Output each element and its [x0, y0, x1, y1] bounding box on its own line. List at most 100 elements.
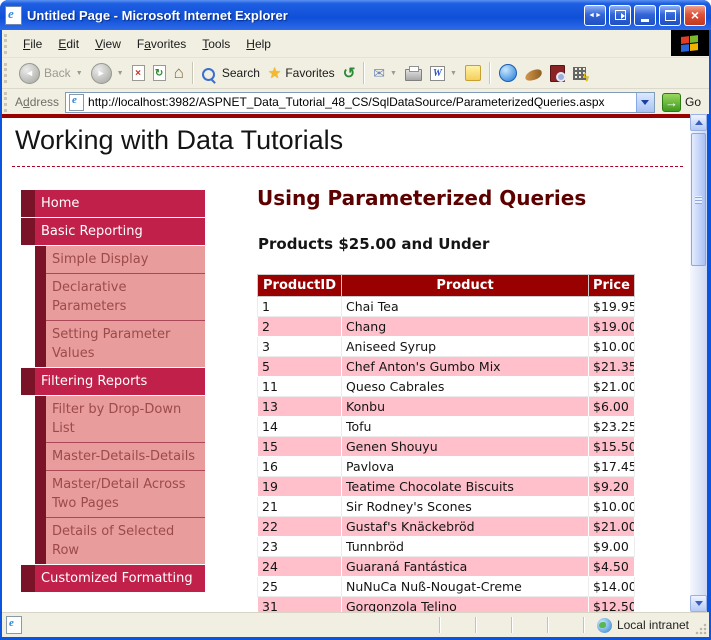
sidebar-item-filtering-reports[interactable]: Filtering Reports: [21, 368, 205, 395]
cell-price: $10.00: [589, 497, 635, 517]
window-title: Untitled Page - Microsoft Internet Explo…: [27, 8, 584, 23]
cell-product: Chang: [342, 317, 589, 337]
main-content: Using Parameterized Queries Products $25…: [257, 186, 641, 612]
column-header: Price: [589, 275, 635, 297]
table-header-row: ProductIDProductPrice: [258, 275, 635, 297]
cell-product: Genen Shouyu: [342, 437, 589, 457]
sidebar-item-details-of-selected-row[interactable]: Details of Selected Row: [35, 518, 205, 564]
cell-product: Pavlova: [342, 457, 589, 477]
nav-accent-block: [35, 246, 46, 274]
refresh-button[interactable]: ↻: [149, 63, 170, 83]
window-popout-button[interactable]: [609, 5, 631, 26]
search-label: Search: [222, 66, 260, 80]
menu-tools[interactable]: Tools: [194, 33, 238, 55]
cell-productid: 13: [258, 397, 342, 417]
browser-window: Untitled Page - Microsoft Internet Explo…: [0, 0, 711, 640]
address-dropdown-button[interactable]: [636, 93, 654, 112]
sidebar-item-filter-by-drop-down-list[interactable]: Filter by Drop-Down List: [35, 396, 205, 443]
menu-help[interactable]: Help: [238, 33, 279, 55]
sidebar-item-master-details-details[interactable]: Master-Details-Details: [35, 443, 205, 471]
print-button[interactable]: [401, 63, 426, 83]
research-button[interactable]: [546, 63, 569, 84]
sidebar-item-customized-formatting[interactable]: Customized Formatting: [21, 565, 205, 592]
nav-accent-block: [21, 190, 35, 217]
table-row: 31Gorgonzola Telino$12.50: [258, 597, 635, 613]
page-title: Using Parameterized Queries: [257, 186, 641, 210]
favorites-button[interactable]: ★ Favorites: [264, 62, 339, 84]
sidebar-item-label: Setting Parameter Values: [46, 321, 205, 367]
forward-button[interactable]: ► ▼: [87, 61, 128, 86]
vertical-scrollbar[interactable]: [690, 114, 707, 612]
cell-product: Gorgonzola Telino: [342, 597, 589, 613]
toolbar-grip[interactable]: [4, 92, 10, 112]
cell-productid: 5: [258, 357, 342, 377]
menu-file[interactable]: File: [15, 33, 50, 55]
back-label: Back: [44, 66, 71, 80]
menu-view[interactable]: View: [87, 33, 129, 55]
scroll-up-button[interactable]: [690, 114, 707, 131]
cell-price: $6.00: [589, 397, 635, 417]
history-icon: ↺: [343, 64, 356, 82]
stop-button[interactable]: ×: [128, 63, 149, 83]
sidebar-item-setting-parameter-values[interactable]: Setting Parameter Values: [35, 321, 205, 367]
cell-productid: 14: [258, 417, 342, 437]
sidebar-item-master-detail-across-two-pages[interactable]: Master/Detail Across Two Pages: [35, 471, 205, 518]
mail-icon: ✉: [373, 65, 385, 82]
edit-with-word-button[interactable]: W ▼: [426, 64, 461, 83]
sidebar-item-declarative-parameters[interactable]: Declarative Parameters: [35, 274, 205, 321]
browser-chrome: FileEditViewFavoritesToolsHelp ◄ Back ▼ …: [2, 30, 709, 114]
nav-accent-block: [21, 218, 35, 245]
cell-price: $12.50: [589, 597, 635, 613]
note-icon: [465, 65, 481, 81]
back-icon: ◄: [19, 63, 40, 84]
cell-productid: 15: [258, 437, 342, 457]
resize-grip[interactable]: [695, 623, 707, 635]
cell-productid: 16: [258, 457, 342, 477]
sidebar-item-basic-reporting[interactable]: Basic Reporting: [21, 218, 205, 245]
toolbar-grip[interactable]: [4, 63, 10, 83]
cell-productid: 24: [258, 557, 342, 577]
discuss-button[interactable]: [461, 63, 485, 83]
sidebar-item-label: Master/Detail Across Two Pages: [46, 471, 205, 518]
messenger-button[interactable]: [495, 62, 521, 84]
maximize-button[interactable]: [659, 5, 681, 26]
word-icon: W: [430, 66, 445, 81]
cell-price: $23.25: [589, 417, 635, 437]
close-button[interactable]: ×: [684, 5, 706, 26]
toolbar-grip[interactable]: [4, 34, 10, 54]
chevron-down-icon: ▼: [450, 70, 457, 77]
home-button[interactable]: ⌂: [170, 63, 188, 83]
plugin-button[interactable]: ϟ: [569, 65, 590, 82]
table-row: 16Pavlova$17.45: [258, 457, 635, 477]
table-row: 5Chef Anton's Gumbo Mix$21.35: [258, 357, 635, 377]
toolbar-separator: [363, 62, 365, 84]
search-button[interactable]: Search: [198, 64, 264, 83]
table-row: 24Guaraná Fantástica$4.50: [258, 557, 635, 577]
scroll-down-button[interactable]: [690, 595, 707, 612]
menu-favorites[interactable]: Favorites: [129, 33, 194, 55]
address-combo[interactable]: http://localhost:3982/ASPNET_Data_Tutori…: [65, 92, 655, 113]
fox-icon: [524, 69, 542, 82]
chevron-down-icon: ▼: [390, 70, 397, 77]
go-button[interactable]: → Go: [655, 93, 705, 112]
cell-product: Guaraná Fantástica: [342, 557, 589, 577]
menu-edit[interactable]: Edit: [50, 33, 87, 55]
sidebar-item-simple-display[interactable]: Simple Display: [35, 246, 205, 274]
sidebar-item-home[interactable]: Home: [21, 190, 205, 217]
nav-accent-block: [35, 471, 46, 518]
history-button[interactable]: ↺: [339, 62, 360, 84]
cell-price: $9.00: [589, 537, 635, 557]
security-zone: Local intranet: [597, 618, 689, 633]
nav-accent-block: [35, 274, 46, 321]
cell-price: $19.00: [589, 317, 635, 337]
cell-product: Queso Cabrales: [342, 377, 589, 397]
back-button[interactable]: ◄ Back ▼: [15, 61, 87, 86]
popout-icon: [615, 10, 626, 20]
assistant-button[interactable]: [521, 64, 546, 82]
scrollbar-thumb[interactable]: [691, 133, 706, 266]
minimize-button[interactable]: [634, 5, 656, 26]
section-subtitle: Products $25.00 and Under: [258, 235, 641, 253]
window-arrows-button[interactable]: ◄►: [584, 5, 606, 26]
url-text[interactable]: http://localhost:3982/ASPNET_Data_Tutori…: [88, 95, 636, 109]
mail-button[interactable]: ✉ ▼: [369, 63, 401, 84]
